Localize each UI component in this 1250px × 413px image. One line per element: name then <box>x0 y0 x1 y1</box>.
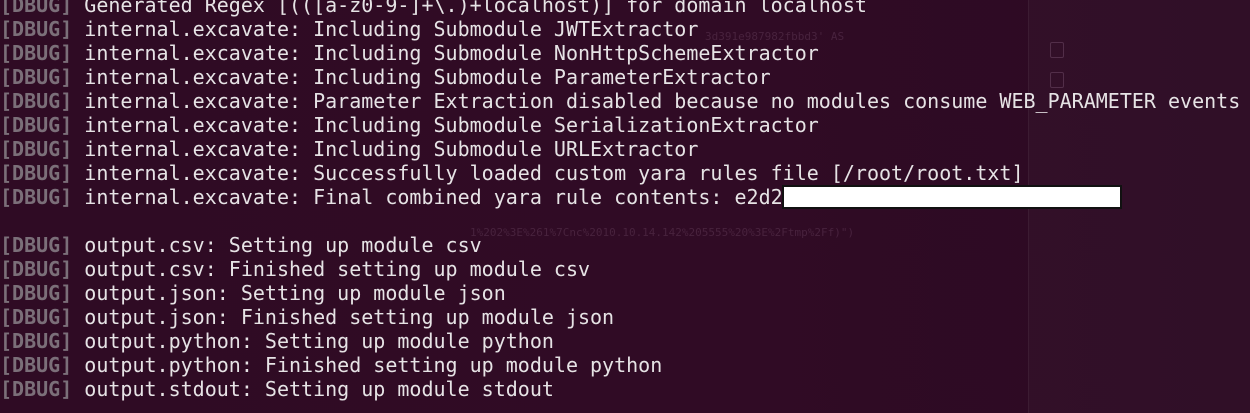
debug-tag: [DBUG] <box>0 329 73 353</box>
log-line: [DBUG] internal.excavate: Including Subm… <box>0 65 1250 89</box>
log-line: [DBUG] output.python: Finished setting u… <box>0 353 1250 377</box>
log-message: internal.excavate: Final combined yara r… <box>84 185 783 209</box>
log-message: output.python: Finished setting up modul… <box>84 353 663 377</box>
log-line: [DBUG] internal.excavate: Including Subm… <box>0 41 1250 65</box>
redaction-box <box>781 185 1122 209</box>
debug-tag: [DBUG] <box>0 185 73 209</box>
debug-tag: [DBUG] <box>0 257 73 281</box>
log-message: output.stdout: Setting up module stdout <box>84 377 554 401</box>
log-message: output.csv: Setting up module csv <box>84 233 482 257</box>
log-message: internal.excavate: Successfully loaded c… <box>84 161 1024 185</box>
debug-tag: [DBUG] <box>0 281 73 305</box>
log-line: [DBUG] output.stdout: Setting up module … <box>0 377 1250 401</box>
log-message: output.json: Setting up module json <box>84 281 506 305</box>
debug-tag: [DBUG] <box>0 17 73 41</box>
log-line: [DBUG] internal.excavate: Including Subm… <box>0 137 1250 161</box>
debug-tag: [DBUG] <box>0 65 73 89</box>
log-line: [DBUG] output.json: Setting up module js… <box>0 281 1250 305</box>
log-line: [DBUG] output.csv: Finished setting up m… <box>0 257 1250 281</box>
log-line: [DBUG] internal.excavate: Including Subm… <box>0 17 1250 41</box>
debug-tag: [DBUG] <box>0 305 73 329</box>
log-message: internal.excavate: Including Submodule U… <box>84 137 699 161</box>
terminal-output[interactable]: [DBUG] Generated Regex [(([a-z0-9-]+\.)+… <box>0 0 1250 401</box>
debug-tag: [DBUG] <box>0 137 73 161</box>
debug-tag: [DBUG] <box>0 377 73 401</box>
log-line: [DBUG] internal.excavate: Including Subm… <box>0 113 1250 137</box>
log-message: output.json: Finished setting up module … <box>84 305 615 329</box>
log-line: [DBUG] internal.excavate: Successfully l… <box>0 161 1250 185</box>
debug-tag: [DBUG] <box>0 41 73 65</box>
debug-tag: [DBUG] <box>0 161 73 185</box>
debug-tag: [DBUG] <box>0 113 73 137</box>
log-line: [DBUG] Generated Regex [(([a-z0-9-]+\.)+… <box>0 0 1250 17</box>
log-message: internal.excavate: Including Submodule J… <box>84 17 699 41</box>
debug-tag: [DBUG] <box>0 0 73 17</box>
log-message: internal.excavate: Including Submodule S… <box>84 113 819 137</box>
log-message: internal.excavate: Parameter Extraction … <box>84 89 1241 113</box>
debug-tag: [DBUG] <box>0 233 73 257</box>
log-line: [DBUG] output.csv: Setting up module csv <box>0 233 1250 257</box>
log-message: internal.excavate: Including Submodule N… <box>84 41 819 65</box>
log-message: output.csv: Finished setting up module c… <box>84 257 591 281</box>
log-message: output.python: Setting up module python <box>84 329 554 353</box>
log-line: [DBUG] output.python: Setting up module … <box>0 329 1250 353</box>
log-message: Generated Regex [(([a-z0-9-]+\.)+localho… <box>84 0 867 17</box>
log-message: internal.excavate: Including Submodule P… <box>84 65 771 89</box>
log-line: [DBUG] internal.excavate: Final combined… <box>0 185 1250 209</box>
log-line: [DBUG] output.json: Finished setting up … <box>0 305 1250 329</box>
debug-tag: [DBUG] <box>0 353 73 377</box>
log-line: [DBUG] internal.excavate: Parameter Extr… <box>0 89 1250 113</box>
debug-tag: [DBUG] <box>0 89 73 113</box>
